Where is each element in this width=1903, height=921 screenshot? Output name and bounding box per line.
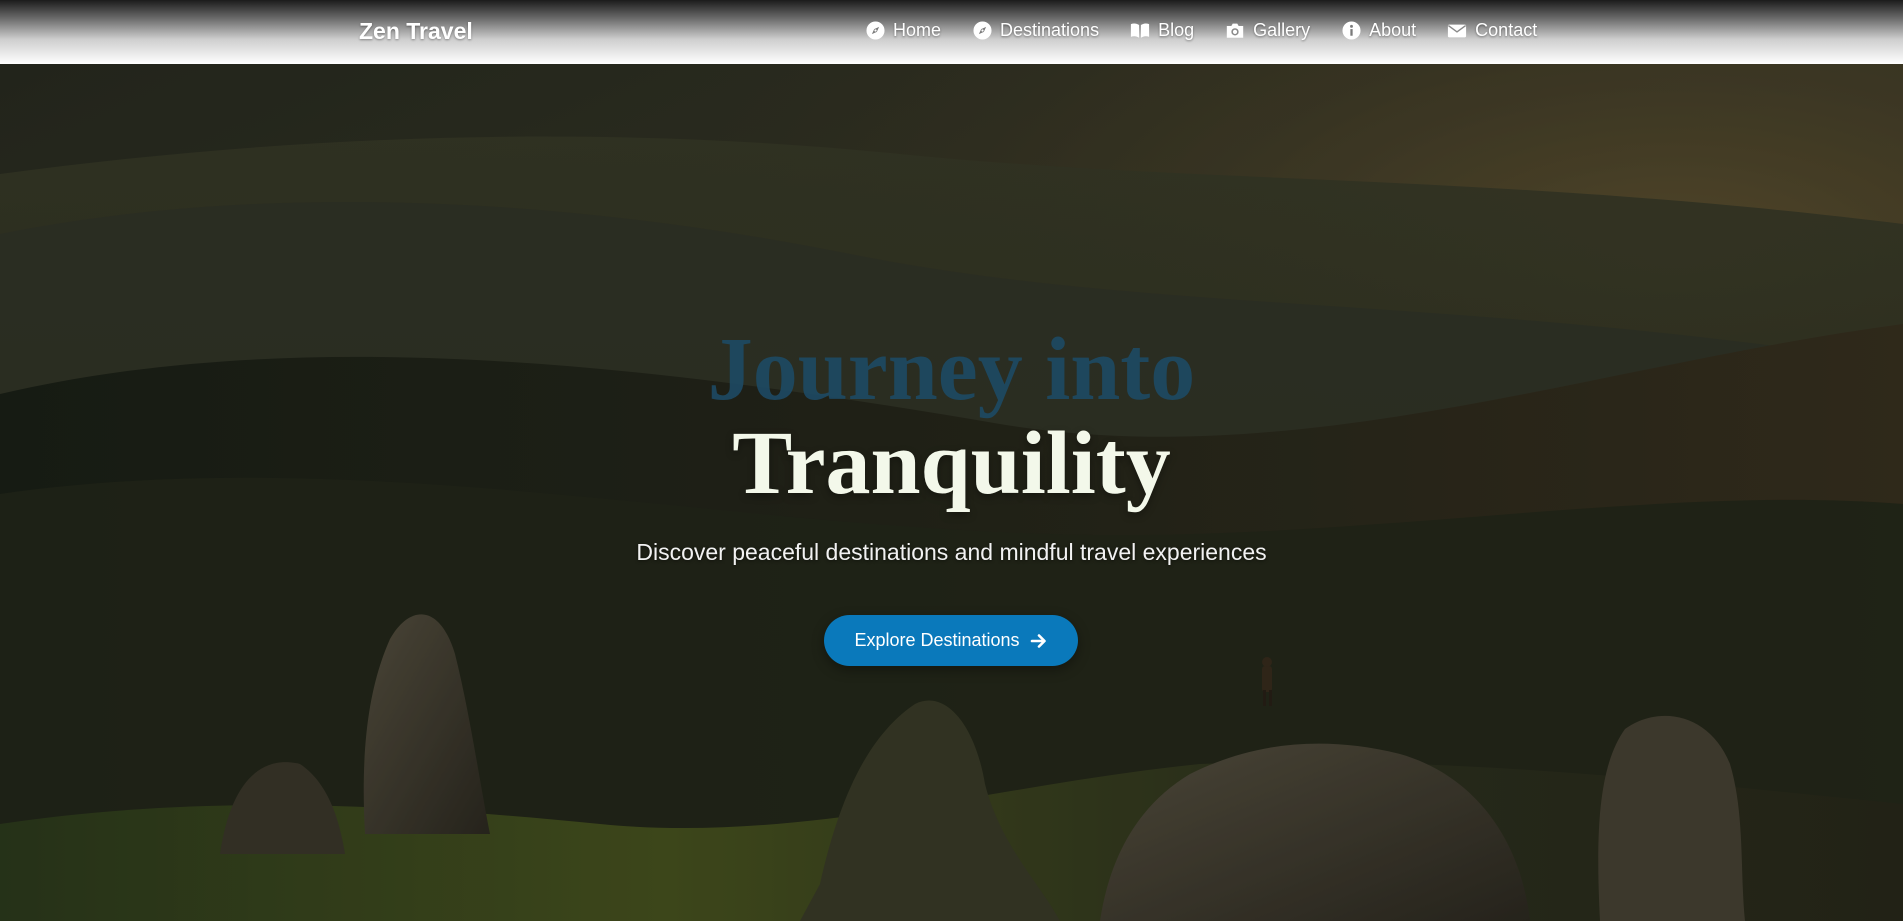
explore-destinations-button[interactable]: Explore Destinations xyxy=(824,615,1078,666)
nav-item-label: Blog xyxy=(1158,20,1195,40)
nav-item-label: Home xyxy=(893,20,942,40)
hero-title-line2: Tranquility xyxy=(732,414,1171,513)
hero-title-line1: Journey into xyxy=(707,320,1196,419)
top-navbar: Zen Travel Home Destinations Blog Galler… xyxy=(0,0,1903,64)
book-icon xyxy=(1130,21,1150,41)
compass-icon xyxy=(972,21,992,41)
camera-icon xyxy=(1225,21,1245,41)
hero-subtitle: Discover peaceful destinations and mindf… xyxy=(636,539,1267,565)
compass-icon xyxy=(865,21,885,41)
nav-item-blog[interactable]: Blog xyxy=(1130,20,1194,41)
nav-item-gallery[interactable]: Gallery xyxy=(1225,20,1310,41)
nav-item-label: Gallery xyxy=(1253,20,1311,40)
envelope-icon xyxy=(1447,21,1467,41)
hero-title: Journey into Tranquility xyxy=(0,323,1903,511)
nav-item-label: Destinations xyxy=(1000,20,1100,40)
hero-section: Journey into Tranquility Discover peacef… xyxy=(0,64,1903,921)
nav-item-label: About xyxy=(1369,20,1417,40)
nav-item-home[interactable]: Home xyxy=(865,20,941,41)
info-icon xyxy=(1341,21,1361,41)
nav-item-contact[interactable]: Contact xyxy=(1447,20,1537,41)
main-nav: Home Destinations Blog Gallery About Con… xyxy=(865,20,1537,41)
cta-label: Explore Destinations xyxy=(854,630,1020,650)
nav-item-about[interactable]: About xyxy=(1341,20,1416,41)
brand-logo[interactable]: Zen Travel xyxy=(359,18,473,45)
arrow-right-icon xyxy=(1030,632,1048,650)
nav-item-label: Contact xyxy=(1475,20,1538,40)
nav-item-destinations[interactable]: Destinations xyxy=(972,20,1099,41)
